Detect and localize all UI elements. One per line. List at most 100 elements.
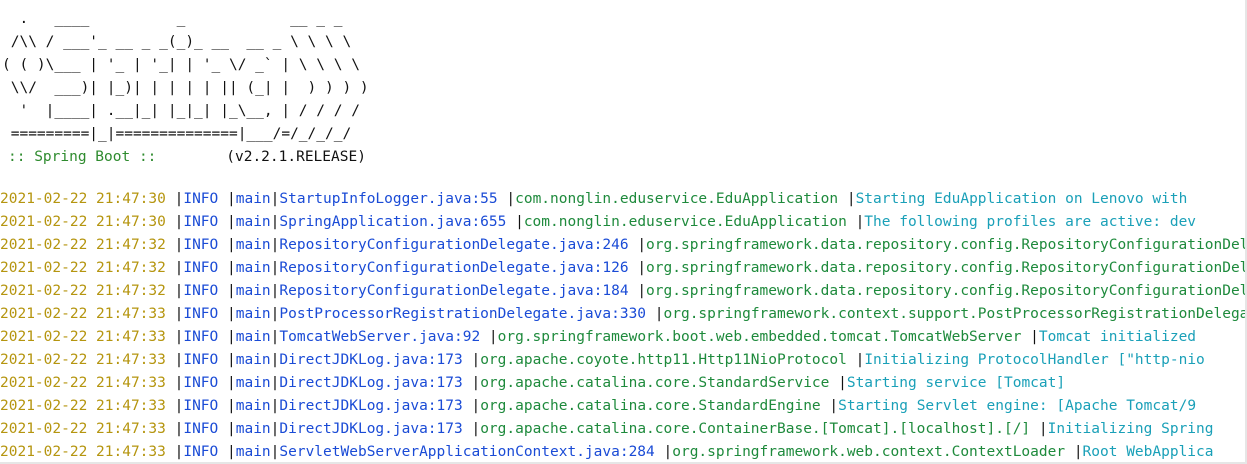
log-thread: main [235,214,271,230]
log-source: TomcatWebServer.java:92 [279,329,489,345]
log-separator: | [227,260,236,276]
banner-line: =========|_|==============|___/=/_/_/_/ [2,126,352,142]
log-separator: | [637,237,647,253]
log-row: 2021-02-22 21:47:33 |INFO |main|DirectJD… [0,372,1247,395]
log-separator: | [227,306,236,322]
log-separator: | [227,191,236,207]
log-separator: | [471,398,481,414]
log-row: 2021-02-22 21:47:32 |INFO |main|Reposito… [0,280,1247,303]
log-separator: | [227,214,236,230]
log-timestamp: 2021-02-22 21:47:33 [0,306,166,322]
log-message: Initializing Spring [1047,421,1214,437]
log-timestamp: 2021-02-22 21:47:33 [0,375,166,391]
log-separator: | [855,352,865,368]
log-message: Starting EduApplication on Lenovo with [855,191,1188,207]
banner-line: \\/ ___)| |_)| | | | | || (_| | ) ) ) ) [2,80,369,96]
log-row: 2021-02-22 21:47:33 |INFO |main|TomcatWe… [0,326,1247,349]
log-thread: main [235,444,271,460]
log-source: RepositoryConfigurationDelegate.java:246 [279,237,638,253]
log-separator: | [1073,444,1083,460]
log-separator: | [471,352,481,368]
log-source: SpringApplication.java:655 [279,214,516,230]
log-row: 2021-02-22 21:47:30 |INFO |main|SpringAp… [0,211,1247,234]
log-class: org.springframework.data.repository.conf… [646,260,1247,276]
log-list: 2021-02-22 21:47:30 |INFO |main|StartupI… [0,188,1247,464]
boot-version-line: :: Spring Boot :: (v2.2.1.RELEASE) [0,146,1247,169]
log-row: 2021-02-22 21:47:33 |INFO |main|PostProc… [0,303,1247,326]
log-thread: main [235,306,271,322]
log-separator: | [637,283,647,299]
log-message: Root WebApplica [1082,444,1214,460]
log-source: DirectJDKLog.java:173 [279,421,472,437]
log-timestamp: 2021-02-22 21:47:33 [0,398,166,414]
console-output[interactable]: . ____ _ __ _ _ /\\ / ___'_ __ _ _(_)_ _… [0,0,1247,464]
log-separator: | [829,398,839,414]
log-timestamp: 2021-02-22 21:47:32 [0,260,166,276]
log-timestamp: 2021-02-22 21:47:30 [0,191,166,207]
log-class: org.springframework.web.context.ContextL… [672,444,1074,460]
log-level: INFO [183,306,227,322]
log-thread: main [235,398,271,414]
log-level: INFO [183,237,227,253]
log-separator: | [227,398,236,414]
log-timestamp: 2021-02-22 21:47:33 [0,421,166,437]
log-source: RepositoryConfigurationDelegate.java:184 [279,283,638,299]
log-class: org.springframework.data.repository.conf… [646,283,1247,299]
log-class: org.apache.coyote.http11.Http11NioProtoc… [480,352,856,368]
log-thread: main [235,237,271,253]
log-row: 2021-02-22 21:47:33 |INFO |main|DirectJD… [0,395,1247,418]
log-message: Starting Servlet engine: [Apache Tomcat/… [838,398,1197,414]
log-separator: | [471,375,481,391]
log-separator: | [846,191,856,207]
log-separator: | [506,191,516,207]
log-separator: | [515,214,524,230]
log-separator: | [1038,421,1048,437]
log-thread: main [235,352,271,368]
log-row: 2021-02-22 21:47:33 |INFO |main|ServletW… [0,441,1247,464]
log-level: INFO [183,283,227,299]
log-class: org.springframework.context.support.Post… [663,306,1247,322]
log-class: com.nonglin.eduservice.EduApplication [523,214,856,230]
log-message: Initializing ProtocolHandler ["http-nio [864,352,1205,368]
log-class: com.nonglin.eduservice.EduApplication [515,191,847,207]
log-separator: | [471,421,481,437]
log-source: DirectJDKLog.java:173 [279,375,472,391]
log-row: 2021-02-22 21:47:33 |INFO |main|DirectJD… [0,349,1247,372]
log-timestamp: 2021-02-22 21:47:33 [0,444,166,460]
log-source: PostProcessorRegistrationDelegate.java:3… [279,306,655,322]
log-timestamp: 2021-02-22 21:47:30 [0,214,166,230]
log-level: INFO [183,260,227,276]
banner-line: ' |____| .__|_| |_|_| |_\__, | / / / / [2,103,360,119]
log-separator: | [227,329,236,345]
log-timestamp: 2021-02-22 21:47:33 [0,329,166,345]
log-row: 2021-02-22 21:47:32 |INFO |main|Reposito… [0,257,1247,280]
log-class: org.apache.catalina.core.StandardService [480,375,839,391]
log-separator: | [227,375,236,391]
log-thread: main [235,375,271,391]
log-source: DirectJDKLog.java:173 [279,352,472,368]
log-class: org.apache.catalina.core.ContainerBase.[… [480,421,1039,437]
log-thread: main [235,191,271,207]
log-level: INFO [183,375,227,391]
log-thread: main [235,283,271,299]
log-timestamp: 2021-02-22 21:47:32 [0,237,166,253]
log-separator: | [838,375,847,391]
log-separator: | [855,214,865,230]
log-row: 2021-02-22 21:47:33 |INFO |main|DirectJD… [0,418,1247,441]
log-level: INFO [183,352,227,368]
log-class: org.apache.catalina.core.StandardEngine [480,398,830,414]
log-level: INFO [183,214,227,230]
log-separator: | [227,352,236,368]
log-separator: | [227,444,236,460]
log-level: INFO [183,398,227,414]
log-separator: | [227,421,236,437]
log-timestamp: 2021-02-22 21:47:32 [0,283,166,299]
log-separator: | [227,283,236,299]
log-row: 2021-02-22 21:47:30 |INFO |main|StartupI… [0,188,1247,211]
spring-boot-banner: . ____ _ __ _ _ /\\ / ___'_ __ _ _(_)_ _… [0,0,1247,146]
log-separator: | [1030,329,1039,345]
log-message: Starting service [Tomcat] [846,375,1066,391]
log-message: Tomcat initialized [1038,329,1197,345]
log-row: 2021-02-22 21:47:32 |INFO |main|Reposito… [0,234,1247,257]
log-separator: | [637,260,647,276]
